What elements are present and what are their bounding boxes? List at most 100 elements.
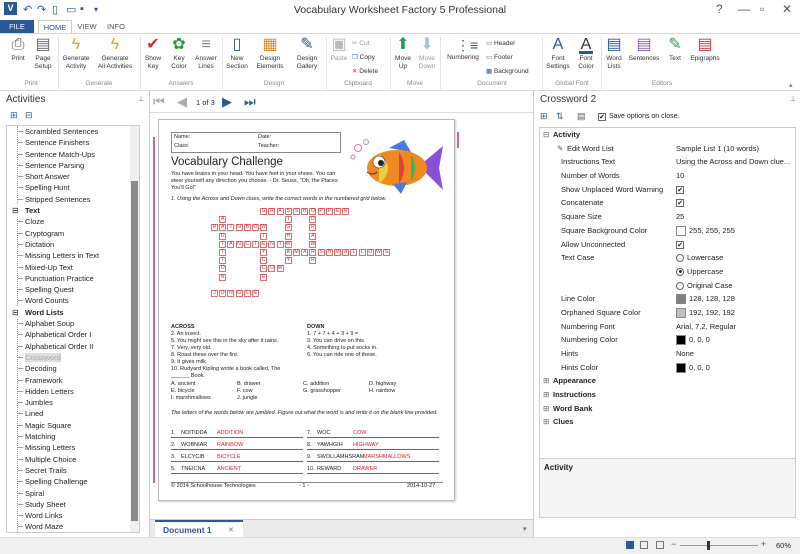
color-swatch[interactable] [676, 307, 686, 318]
property-row[interactable]: Orphaned Square Color 192, 192, 192 [540, 306, 795, 320]
collapse-category-icon[interactable]: ⊟ [543, 128, 549, 142]
collapse-node-icon[interactable]: ⊟ [12, 205, 19, 217]
minimize-button[interactable]: — [738, 2, 750, 16]
tree-item[interactable]: Spiral [7, 488, 139, 499]
property-row[interactable]: Show Unplaced Word Warning ✔ [540, 183, 795, 197]
tree-item[interactable]: Multiple Choice [7, 454, 139, 465]
property-value[interactable]: None [676, 347, 694, 361]
tree-item[interactable]: Spelling Quest [7, 284, 139, 295]
header-button[interactable]: ▭ Header [486, 39, 515, 47]
tree-item[interactable]: Punctuation Practice [7, 273, 139, 284]
property-category[interactable]: ⊟ Activity [540, 128, 795, 142]
tree-item[interactable]: Lined [7, 408, 139, 419]
property-row[interactable]: Square Background Color 255, 255, 255 [540, 224, 795, 238]
close-tab-icon[interactable]: ✕ [228, 526, 234, 534]
tree-item[interactable]: Stripped Sentences [7, 194, 139, 205]
collapse-node-icon[interactable]: ⊟ [12, 306, 19, 319]
tree-item[interactable]: Crossword [7, 352, 139, 363]
property-value[interactable]: Lowercase [676, 251, 723, 265]
word-lists-button[interactable]: ▤ Word Lists [603, 36, 625, 71]
tab-view[interactable]: VIEW [74, 20, 100, 33]
property-pages-icon[interactable]: ▤ [577, 111, 586, 122]
tab-file[interactable]: FILE [0, 20, 34, 33]
tree-item[interactable]: Word Maze [7, 521, 139, 532]
radio-button[interactable] [676, 267, 684, 276]
generate-activity-button[interactable]: ϟ Generate Activity [60, 36, 92, 71]
property-category[interactable]: ⊞ Clues [540, 415, 795, 429]
tree-item[interactable]: Sentence Parsing [7, 160, 139, 171]
property-row[interactable]: Uppercase [540, 265, 795, 279]
radio-button[interactable] [676, 281, 684, 290]
color-swatch[interactable] [676, 225, 686, 236]
tree-category[interactable]: ⊟ Word Lists [7, 306, 139, 319]
expand-category-icon[interactable]: ⊞ [543, 402, 549, 416]
pin-icon[interactable]: ⊥ [790, 95, 796, 103]
tab-info[interactable]: INFO [104, 20, 128, 33]
last-page-button[interactable]: ⏭ [244, 94, 256, 110]
font-color-button[interactable]: A Font Color [574, 36, 598, 71]
property-row[interactable]: Instructions Text Using the Across and Do… [540, 155, 795, 169]
property-value[interactable]: 192, 192, 192 [676, 306, 735, 320]
property-value[interactable]: ✔ [676, 183, 684, 197]
delete-button[interactable]: ✕ Delete [352, 67, 378, 75]
tree-item[interactable]: Dictation [7, 239, 139, 250]
zoom-in-icon[interactable]: + [761, 539, 766, 549]
property-row[interactable]: Number of Words 10 [540, 169, 795, 183]
property-row[interactable]: Allow Unconnected ✔ [540, 238, 795, 252]
show-key-button[interactable]: ✔ Show Key [142, 36, 164, 71]
property-value[interactable]: 0, 0, 0 [676, 361, 710, 375]
next-page-button[interactable]: ▶ [222, 94, 232, 110]
save-options-checkbox[interactable]: ✔ [598, 112, 606, 121]
checkbox[interactable]: ✔ [676, 199, 684, 208]
property-value[interactable]: 25 [676, 210, 684, 224]
tree-item[interactable]: Short Answer [7, 171, 139, 182]
tree-item[interactable]: Spelling Challenge [7, 476, 139, 487]
property-row[interactable]: Numbering Font Arial, 7.2, Regular [540, 320, 795, 334]
key-color-button[interactable]: ✿ Key Color [166, 36, 192, 71]
property-value[interactable]: ✔ [676, 238, 684, 252]
tree-item[interactable]: Word Counts [7, 295, 139, 306]
tree-item[interactable]: Mixed-Up Text [7, 262, 139, 273]
property-row[interactable]: Text Case Lowercase [540, 251, 795, 265]
collapse-ribbon-icon[interactable]: ▴ [789, 81, 793, 89]
tab-list-icon[interactable]: ▾ [523, 525, 527, 533]
tree-item[interactable]: Scrambled Sentences [7, 126, 139, 137]
property-row[interactable]: Line Color 128, 128, 128 [540, 292, 795, 306]
answer-lines-button[interactable]: ≡ Answer Lines [193, 36, 219, 71]
move-down-button[interactable]: ⬇ Move Down [416, 36, 438, 71]
tree-item[interactable]: Alphabetical Order I [7, 329, 139, 340]
tree-item[interactable]: Alphabetical Order II [7, 341, 139, 352]
tree-item[interactable]: Sentence Match-Ups [7, 149, 139, 160]
color-swatch[interactable] [676, 362, 686, 373]
sentences-button[interactable]: ▤ Sentences [627, 36, 661, 63]
property-category[interactable]: ⊞ Word Bank [540, 402, 795, 416]
tree-item[interactable]: Missing Letters in Text [7, 250, 139, 261]
property-row[interactable]: Concatenate ✔ [540, 196, 795, 210]
checkbox[interactable]: ✔ [676, 185, 684, 194]
tree-item[interactable]: Sentence Finishers [7, 137, 139, 148]
tree-item[interactable]: Alphabet Soup [7, 318, 139, 329]
paste-button[interactable]: ▣ Paste [328, 36, 350, 63]
font-settings-button[interactable]: A Font Settings [544, 36, 572, 71]
color-swatch[interactable] [676, 294, 686, 305]
property-category[interactable]: ⊞ Appearance [540, 374, 795, 388]
maximize-button[interactable]: ▫ [760, 2, 764, 16]
tree-item[interactable]: Magic Square [7, 420, 139, 431]
property-value[interactable]: 128, 128, 128 [676, 292, 735, 306]
expand-all-icon[interactable]: ⊞ [10, 110, 18, 121]
close-button[interactable]: ✕ [782, 2, 792, 16]
property-value[interactable]: 10 [676, 169, 684, 183]
expand-category-icon[interactable]: ⊞ [543, 388, 549, 402]
page-setup-button[interactable]: ▤ Page Setup [30, 36, 56, 71]
epigraphs-button[interactable]: ▤ Epigraphs [689, 36, 721, 63]
property-row[interactable]: Hints Color 0, 0, 0 [540, 361, 795, 375]
property-row[interactable]: Square Size 25 [540, 210, 795, 224]
tree-item[interactable]: Jumbles [7, 397, 139, 408]
web-layout-icon[interactable] [640, 541, 648, 549]
tree-item[interactable]: Framework [7, 375, 139, 386]
tree-item[interactable]: Hidden Letters [7, 386, 139, 397]
property-value[interactable]: 0, 0, 0 [676, 333, 710, 347]
property-value[interactable]: ✔ [676, 196, 684, 210]
tab-document-1[interactable]: Document 1 ✕ [155, 520, 243, 537]
tree-item[interactable]: Cryptogram [7, 228, 139, 239]
